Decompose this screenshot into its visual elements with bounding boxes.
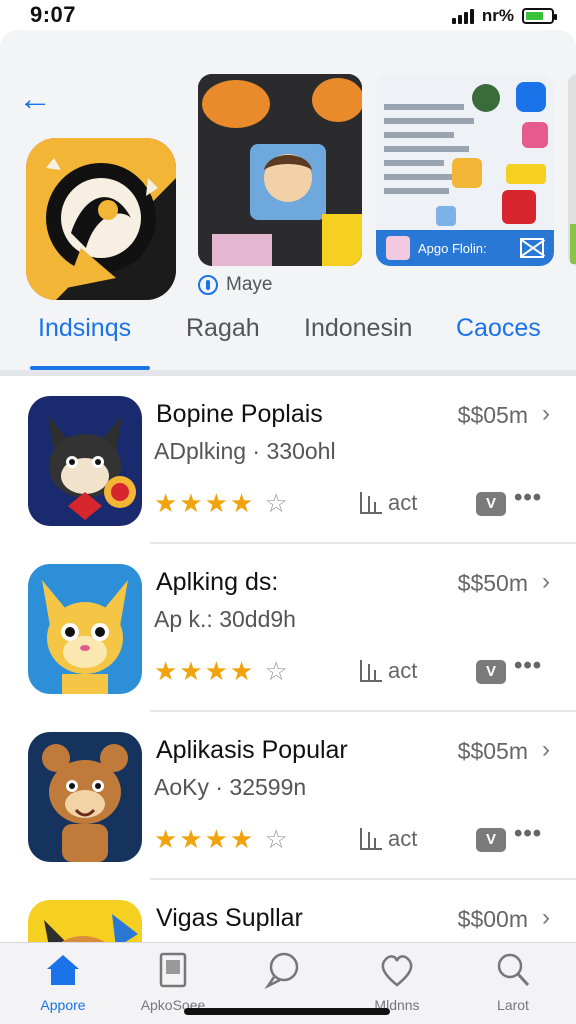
tab-indsinqs[interactable]: Indsinqs — [38, 314, 131, 343]
tabbar-item-chat[interactable] — [238, 951, 328, 997]
star-empty-icon: ☆ — [264, 824, 290, 854]
cat-icon — [28, 900, 142, 942]
battery-icon — [522, 8, 557, 24]
status-bar: 9:07 nr% — [0, 0, 576, 30]
app-price: $$00m — [457, 906, 528, 932]
doc-icon — [154, 951, 192, 989]
star-rating: ★★★★ ☆ — [154, 488, 290, 519]
star-empty-icon: ☆ — [264, 656, 290, 686]
signal-icon — [451, 8, 474, 24]
star-rating: ★★★★ ☆ — [154, 824, 290, 855]
tabbar-item-apkosoee[interactable]: ApkoSoee — [128, 951, 218, 1013]
screenshot-1[interactable] — [198, 74, 362, 266]
mail-icon — [520, 238, 544, 258]
action-button[interactable]: act — [360, 490, 417, 516]
chart-icon — [360, 828, 382, 850]
tabbar-item-larot[interactable]: Larot — [468, 951, 558, 1013]
info-icon — [198, 275, 218, 295]
version-badge: V — [476, 660, 506, 684]
action-button[interactable]: act — [360, 658, 417, 684]
caption-text: Maye — [226, 274, 273, 295]
screenshot-banner: Apgo Flolin: — [376, 230, 554, 266]
star-filled-icon: ★★★★ — [154, 824, 256, 854]
list-item[interactable]: Bopine Poplais ADplking · 330ohl $$05m ›… — [0, 376, 576, 544]
tabbar-item-mldnns[interactable]: Mldnns — [352, 951, 442, 1013]
app-price: $$50m — [457, 570, 528, 596]
chart-icon — [360, 492, 382, 514]
app-price: $$05m — [457, 402, 528, 428]
action-label: act — [388, 490, 418, 515]
star-empty-icon: ☆ — [264, 488, 290, 518]
back-arrow-icon[interactable]: ← — [18, 82, 62, 118]
tab-indonesin[interactable]: Indonesin — [304, 314, 412, 343]
banner-thumbnail — [386, 236, 410, 260]
app-title: Aplikasis Popular — [156, 736, 348, 764]
action-button[interactable]: act — [360, 826, 417, 852]
more-icon[interactable]: ••• — [514, 652, 542, 680]
app-subtitle: AoKy · 32599n — [154, 774, 307, 800]
tab-caoces[interactable]: Caoces — [456, 314, 541, 343]
app-title: Vigas Supllar — [156, 904, 303, 932]
list-item[interactable]: Aplikasis Popular AoKy · 32599n $$05m › … — [0, 712, 576, 880]
list-item[interactable]: Aplking ds: Ap k.: 30dd9h $$50m › ★★★★ ☆… — [0, 544, 576, 712]
action-label: act — [388, 826, 418, 851]
status-indicators: nr% — [451, 6, 557, 26]
search-icon — [494, 951, 532, 989]
cat-icon — [28, 396, 142, 526]
chevron-right-icon[interactable]: › — [542, 736, 550, 764]
tabbar-label: Appore — [40, 997, 86, 1013]
screenshot-2[interactable]: Apgo Flolin: — [376, 74, 554, 266]
star-rating: ★★★★ ☆ — [154, 656, 290, 687]
home-icon — [44, 951, 82, 989]
fox-icon — [28, 564, 142, 694]
status-time: 9:07 — [30, 2, 77, 27]
app-title: Aplking ds: — [156, 568, 279, 596]
home-indicator[interactable] — [184, 1008, 390, 1015]
more-icon[interactable]: ••• — [514, 820, 542, 848]
banner-text: Apgo Flolin: — [418, 240, 487, 256]
chevron-right-icon[interactable]: › — [542, 568, 550, 596]
bear-icon — [28, 732, 142, 862]
app-price: $$05m — [457, 738, 528, 764]
version-badge: V — [476, 492, 506, 516]
heart-icon — [378, 951, 416, 989]
chart-icon — [360, 660, 382, 682]
more-icon[interactable]: ••• — [514, 484, 542, 512]
star-filled-icon: ★★★★ — [154, 488, 256, 518]
chevron-right-icon[interactable]: › — [542, 400, 550, 428]
tabbar-item-appore[interactable]: Appore — [18, 951, 108, 1013]
version-badge: V — [476, 828, 506, 852]
app-title: Bopine Poplais — [156, 400, 323, 428]
chat-icon — [264, 951, 302, 990]
screenshot-caption: Maye — [198, 274, 272, 296]
chevron-right-icon[interactable]: › — [542, 904, 550, 932]
app-subtitle: ADplking · 330ohl — [154, 438, 336, 464]
action-label: act — [388, 658, 418, 683]
list-item[interactable]: Vigas Supllar $$00m › — [0, 880, 576, 942]
carrier-label: nr% — [481, 6, 514, 25]
app-icon — [26, 138, 176, 300]
category-tabs: Indsinqs Ragah Indonesin Caoces — [0, 300, 576, 370]
screenshot-3[interactable] — [568, 74, 576, 266]
app-subtitle: Ap k.: 30dd9h — [154, 606, 296, 632]
tabbar-label: Larot — [497, 997, 529, 1013]
tab-ragah[interactable]: Ragah — [186, 314, 260, 343]
star-filled-icon: ★★★★ — [154, 656, 256, 686]
